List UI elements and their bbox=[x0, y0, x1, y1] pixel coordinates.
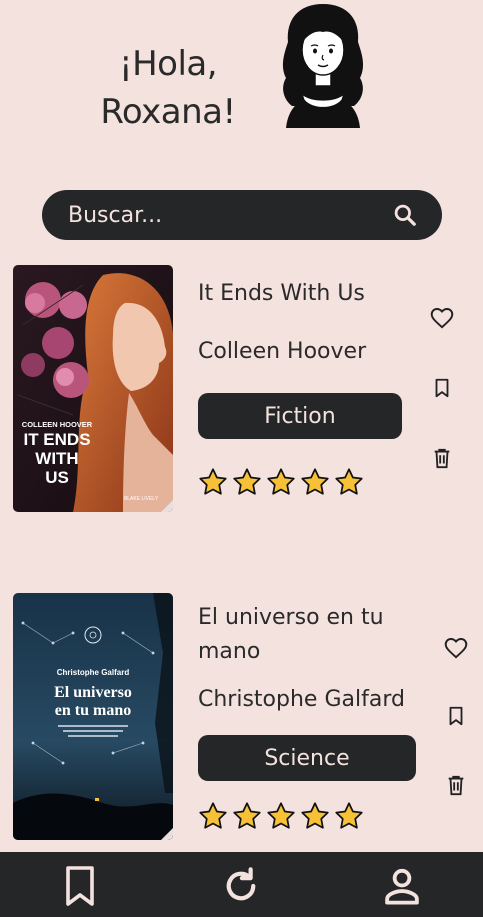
star-icon[interactable] bbox=[198, 801, 228, 831]
greeting-line-1: ¡Hola, bbox=[118, 44, 218, 84]
bookmark-button[interactable] bbox=[427, 373, 457, 403]
favorite-button[interactable] bbox=[427, 303, 457, 333]
greeting-line-2: Roxana! bbox=[100, 92, 236, 132]
star-icon[interactable] bbox=[266, 467, 296, 497]
cover-author: Christophe Galfard bbox=[57, 668, 130, 677]
cover-footer: BLAKE LIVELY bbox=[124, 496, 159, 502]
bookmark-icon[interactable] bbox=[62, 864, 98, 908]
favorite-button[interactable] bbox=[441, 633, 471, 663]
nav-refresh-button[interactable] bbox=[219, 864, 263, 908]
book-author: Christophe Galfard bbox=[198, 687, 405, 712]
bookmark-icon[interactable] bbox=[445, 704, 467, 728]
rating-stars[interactable] bbox=[198, 467, 364, 497]
delete-button[interactable] bbox=[441, 770, 471, 800]
book-card[interactable]: Christophe Galfard El universo en tu man… bbox=[0, 593, 483, 843]
book-title[interactable]: El universo en tu mano bbox=[198, 601, 418, 669]
star-icon[interactable] bbox=[232, 801, 262, 831]
trash-icon[interactable] bbox=[431, 445, 453, 471]
book-cover-image: Christophe Galfard El universo en tu man… bbox=[13, 593, 173, 840]
greeting: ¡Hola, Roxana! bbox=[78, 40, 258, 136]
genre-tag[interactable]: Science bbox=[198, 735, 416, 781]
trash-icon[interactable] bbox=[445, 772, 467, 798]
star-icon[interactable] bbox=[300, 801, 330, 831]
refresh-icon[interactable] bbox=[220, 865, 262, 907]
cover-title-line-1: IT ENDS bbox=[23, 430, 90, 449]
heart-icon[interactable] bbox=[429, 305, 455, 331]
genre-tag[interactable]: Fiction bbox=[198, 393, 402, 439]
avatar bbox=[282, 4, 364, 128]
book-cover-image: COLLEEN HOOVER IT ENDS WITH US BLAKE LIV… bbox=[13, 265, 173, 512]
book-title[interactable]: It Ends With Us bbox=[198, 277, 418, 311]
star-icon[interactable] bbox=[266, 801, 296, 831]
heart-icon[interactable] bbox=[443, 635, 469, 661]
cover-title-line-1: El universo bbox=[54, 684, 132, 701]
nav-saved-button[interactable] bbox=[58, 864, 102, 908]
user-icon[interactable] bbox=[381, 865, 423, 907]
book-cover[interactable]: COLLEEN HOOVER IT ENDS WITH US BLAKE LIV… bbox=[13, 265, 173, 512]
search-bar[interactable] bbox=[42, 190, 442, 240]
search-icon[interactable] bbox=[392, 202, 418, 228]
cover-title-line-2: WITH bbox=[35, 449, 78, 468]
cover-title-line-3: US bbox=[45, 468, 69, 487]
nav-profile-button[interactable] bbox=[380, 864, 424, 908]
rating-stars[interactable] bbox=[198, 801, 364, 831]
bottom-nav bbox=[0, 852, 483, 917]
cover-title-line-2: en tu mano bbox=[55, 702, 131, 719]
star-icon[interactable] bbox=[334, 467, 364, 497]
book-author: Colleen Hoover bbox=[198, 339, 367, 364]
book-card[interactable]: COLLEEN HOOVER IT ENDS WITH US BLAKE LIV… bbox=[0, 265, 483, 515]
star-icon[interactable] bbox=[198, 467, 228, 497]
cover-author: COLLEEN HOOVER bbox=[22, 420, 93, 429]
star-icon[interactable] bbox=[232, 467, 262, 497]
delete-button[interactable] bbox=[427, 443, 457, 473]
star-icon[interactable] bbox=[300, 467, 330, 497]
bookmark-icon[interactable] bbox=[431, 376, 453, 400]
star-icon[interactable] bbox=[334, 801, 364, 831]
search-input[interactable] bbox=[68, 202, 368, 228]
book-cover[interactable]: Christophe Galfard El universo en tu man… bbox=[13, 593, 173, 840]
bookmark-button[interactable] bbox=[441, 701, 471, 731]
